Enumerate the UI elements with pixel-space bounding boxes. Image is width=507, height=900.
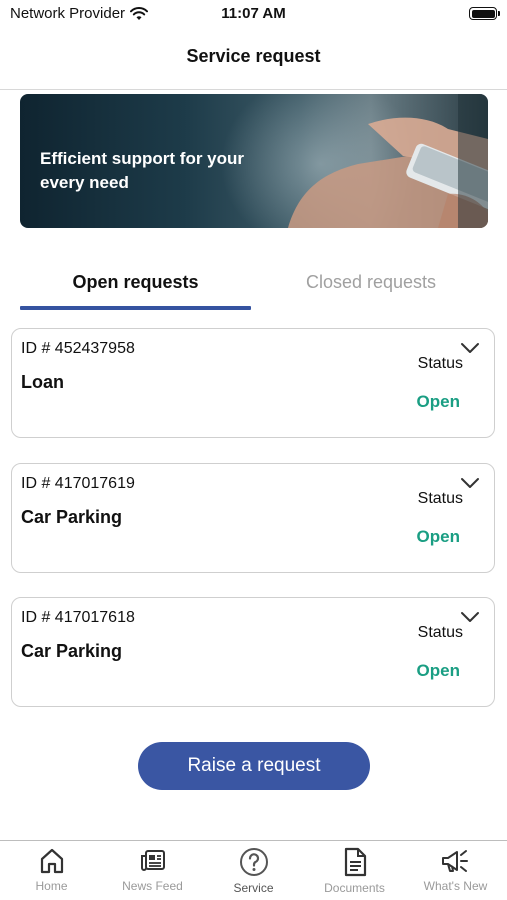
request-type: Car Parking (21, 641, 123, 661)
nav-item-news-feed[interactable]: News Feed (102, 847, 203, 900)
nav-header: Service request (0, 28, 507, 90)
nav-item-whats-new[interactable]: What's New (405, 847, 506, 900)
request-card[interactable]: ID # 417017618 Car Parking Status Open (11, 597, 495, 707)
home-icon (40, 848, 63, 874)
battery-icon (469, 7, 500, 20)
request-type: Car Parking (21, 507, 123, 527)
status-label: Status (417, 490, 463, 507)
nav-label-whats-new: What's New (423, 879, 488, 893)
chevron-down-icon[interactable] (460, 476, 480, 490)
news-feed-icon (140, 850, 165, 871)
request-card[interactable]: ID # 452437958 Loan Status Open (11, 328, 495, 438)
raise-request-button[interactable]: Raise a request (138, 742, 370, 790)
megaphone-icon (441, 850, 468, 872)
hands-with-phone-image (288, 94, 488, 228)
tab-closed-requests[interactable]: Closed requests (251, 272, 491, 293)
tab-open-requests[interactable]: Open requests (20, 272, 251, 293)
chevron-down-icon[interactable] (460, 610, 480, 624)
page-title: Service request (186, 46, 321, 66)
nav-item-home[interactable]: Home (1, 847, 102, 900)
status-value: Open (416, 392, 460, 411)
request-id: ID # 452437958 (21, 340, 135, 357)
nav-item-service[interactable]: Service (203, 847, 304, 900)
banner-text: Efficient support for your every need (40, 149, 244, 192)
nav-label-home: Home (35, 879, 68, 893)
status-label: Status (417, 355, 463, 372)
promo-banner: Efficient support for your every need (20, 94, 488, 228)
chevron-down-icon[interactable] (460, 341, 480, 355)
request-card[interactable]: ID # 417017619 Car Parking Status Open (11, 463, 495, 573)
status-label: Status (417, 624, 463, 641)
active-tab-indicator (20, 306, 251, 310)
nav-label-documents: Documents (324, 881, 385, 895)
clock: 11:07 AM (221, 5, 286, 22)
status-bar: Network Provider 11:07 AM (0, 0, 507, 28)
bottom-nav: Home News Feed Service Documents What's … (0, 840, 507, 900)
status-value: Open (416, 661, 460, 680)
document-icon (344, 847, 366, 877)
request-tabs: Open requests Closed requests (0, 258, 507, 314)
request-type: Loan (21, 372, 64, 392)
nav-item-documents[interactable]: Documents (304, 847, 405, 900)
help-circle-icon (239, 848, 268, 876)
request-id: ID # 417017619 (21, 475, 135, 492)
nav-label-service: Service (233, 881, 274, 895)
status-value: Open (416, 527, 460, 546)
nav-label-news-feed: News Feed (122, 879, 183, 893)
request-id: ID # 417017618 (21, 609, 135, 626)
